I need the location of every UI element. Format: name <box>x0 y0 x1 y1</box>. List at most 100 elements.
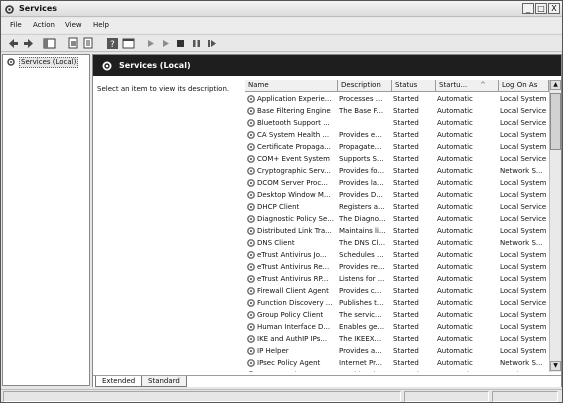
cell-logon-as: Local Service <box>500 155 547 163</box>
restart-icon[interactable] <box>205 37 218 50</box>
table-row[interactable]: Certificate Propaga... Propagate... Starte… <box>245 141 549 153</box>
status-panel-1 <box>3 391 401 402</box>
scroll-down-button[interactable]: ▼ <box>550 361 561 371</box>
cell-description: Provides fo... <box>339 167 385 175</box>
column-header-name[interactable]: Name <box>245 80 338 92</box>
sort-indicator-icon: ^ <box>480 81 486 89</box>
column-header-logon[interactable]: Log On As <box>499 80 549 92</box>
cell-name: CA System Health ... <box>257 131 330 139</box>
table-row[interactable]: Base Filtering Engine The Base F... Starte… <box>245 105 549 117</box>
cell-name: Bluetooth Support ... <box>257 119 330 127</box>
title-bar[interactable]: Services _ □ X <box>1 1 562 17</box>
cell-startup-type: Automatic <box>437 215 473 223</box>
cell-name: COM+ Event System <box>257 155 330 163</box>
properties-icon[interactable] <box>67 37 80 50</box>
service-gear-icon <box>246 154 256 164</box>
pause-icon[interactable] <box>190 37 203 50</box>
cell-startup-type: Automatic <box>437 167 473 175</box>
gear-icon <box>101 60 113 74</box>
table-row[interactable]: IT Connection Man...Provides th...Starte… <box>245 369 549 372</box>
service-gear-icon <box>246 298 256 308</box>
cell-startup-type: Automatic <box>437 347 473 355</box>
tab-extended[interactable]: Extended <box>95 376 143 387</box>
column-header-startup-label: Startu... <box>439 81 468 89</box>
column-header-status[interactable]: Status <box>392 80 436 92</box>
menu-action[interactable]: Action <box>33 21 55 29</box>
table-row[interactable]: Function Discovery ... Publishes t... Star… <box>245 297 549 309</box>
toolbar: ? <box>1 34 562 52</box>
menu-view[interactable]: View <box>65 21 82 29</box>
cell-status: Started <box>393 119 419 127</box>
cell-logon-as: Local System <box>500 251 547 259</box>
maximize-button[interactable]: □ <box>535 3 547 14</box>
status-panel-3 <box>492 391 558 402</box>
cell-startup-type: Automatic <box>437 155 473 163</box>
cell-name: DHCP Client <box>257 203 300 211</box>
cell-description: Provides re... <box>339 263 385 271</box>
cell-description: The Diagno... <box>339 215 386 223</box>
cell-status: Started <box>393 179 419 187</box>
cell-startup-type: Automatic <box>437 227 473 235</box>
scroll-thumb[interactable] <box>550 93 561 150</box>
cell-logon-as: Local System <box>500 143 547 151</box>
table-row[interactable]: DHCP Client Registers a... Started Automati… <box>245 201 549 213</box>
help-icon[interactable]: ? <box>106 37 119 50</box>
forward-arrow-icon[interactable] <box>22 37 35 50</box>
cell-logon-as: Local System <box>500 369 549 372</box>
scroll-up-button[interactable]: ▲ <box>550 80 561 90</box>
table-row[interactable]: eTrust Antivirus RP... Listens for ... Sta… <box>245 273 549 285</box>
table-row[interactable]: Diagnostic Policy Se... The Diagno... Star… <box>245 213 549 225</box>
cell-startup-type: Automatic <box>437 369 497 372</box>
table-row[interactable]: IPsec Policy Agent Internet Pr... Started A… <box>245 357 549 369</box>
stop-icon[interactable] <box>174 37 187 50</box>
service-gear-icon <box>246 262 256 272</box>
close-button[interactable]: X <box>548 3 560 14</box>
table-row[interactable]: IP Helper Provides a... Started Automatic Lo… <box>245 345 549 357</box>
table-row[interactable]: eTrust Antivirus Re... Provides re... Star… <box>245 261 549 273</box>
table-row[interactable]: DNS Client The DNS Cl... Started Automatic N… <box>245 237 549 249</box>
minimize-button[interactable]: _ <box>522 3 534 14</box>
column-header-description[interactable]: Description <box>338 80 392 92</box>
cell-logon-as: Local System <box>500 227 547 235</box>
start-icon[interactable] <box>144 37 157 50</box>
cell-startup-type: Automatic <box>437 251 473 259</box>
back-arrow-icon[interactable] <box>7 37 20 50</box>
table-row[interactable]: eTrust Antivirus Jo... Schedules ... Start… <box>245 249 549 261</box>
table-row[interactable]: Human Interface D... Enables ge... Started… <box>245 321 549 333</box>
table-row[interactable]: Cryptographic Serv... Provides fo... Start… <box>245 165 549 177</box>
column-header-startup[interactable]: Startu... ^ <box>436 80 499 92</box>
console-icon[interactable] <box>122 37 135 50</box>
tab-standard[interactable]: Standard <box>141 376 187 387</box>
cell-description: The servic... <box>339 311 382 319</box>
cell-name: eTrust Antivirus RP... <box>257 275 329 283</box>
status-bar <box>1 389 562 402</box>
service-gear-icon <box>246 358 256 368</box>
menu-file[interactable]: File <box>10 21 22 29</box>
cell-logon-as: Local Service <box>500 299 547 307</box>
cell-startup-type: Automatic <box>437 287 473 295</box>
service-gear-icon <box>246 286 256 296</box>
table-row[interactable]: IKE and AuthIP IPs... The IKEEX... Started… <box>245 333 549 345</box>
vertical-scrollbar[interactable]: ▲ ▼ <box>549 80 561 372</box>
show-tree-icon[interactable] <box>43 37 56 50</box>
service-gear-icon <box>246 190 256 200</box>
service-gear-icon <box>246 310 256 320</box>
table-row[interactable]: Desktop Window M... Provides D... Started A… <box>245 189 549 201</box>
cell-description: Provides e... <box>339 131 382 139</box>
table-row[interactable]: Firewall Client Agent Provides c... Starte… <box>245 285 549 297</box>
table-row[interactable]: Group Policy Client The servic... Started A… <box>245 309 549 321</box>
service-gear-icon <box>246 130 256 140</box>
table-row[interactable]: Bluetooth Support ... Started Automatic Loc… <box>245 117 549 129</box>
table-row[interactable]: CA System Health ... Provides e... Started… <box>245 129 549 141</box>
cell-startup-type: Automatic <box>437 203 473 211</box>
cell-description: Supports S... <box>339 155 384 163</box>
export-list-icon[interactable] <box>82 37 95 50</box>
cell-description: The Base F... <box>339 107 384 115</box>
table-row[interactable]: DCOM Server Proc... Provides la... Started… <box>245 177 549 189</box>
start-disabled-icon[interactable] <box>159 37 172 50</box>
table-row[interactable]: Distributed Link Tra... Maintains li... St… <box>245 225 549 237</box>
table-row[interactable]: COM+ Event System Supports S... Started Aut… <box>245 153 549 165</box>
menu-help[interactable]: Help <box>93 21 109 29</box>
table-row[interactable]: Application Experie... Processes ... Start… <box>245 93 549 105</box>
service-gear-icon <box>246 166 256 176</box>
